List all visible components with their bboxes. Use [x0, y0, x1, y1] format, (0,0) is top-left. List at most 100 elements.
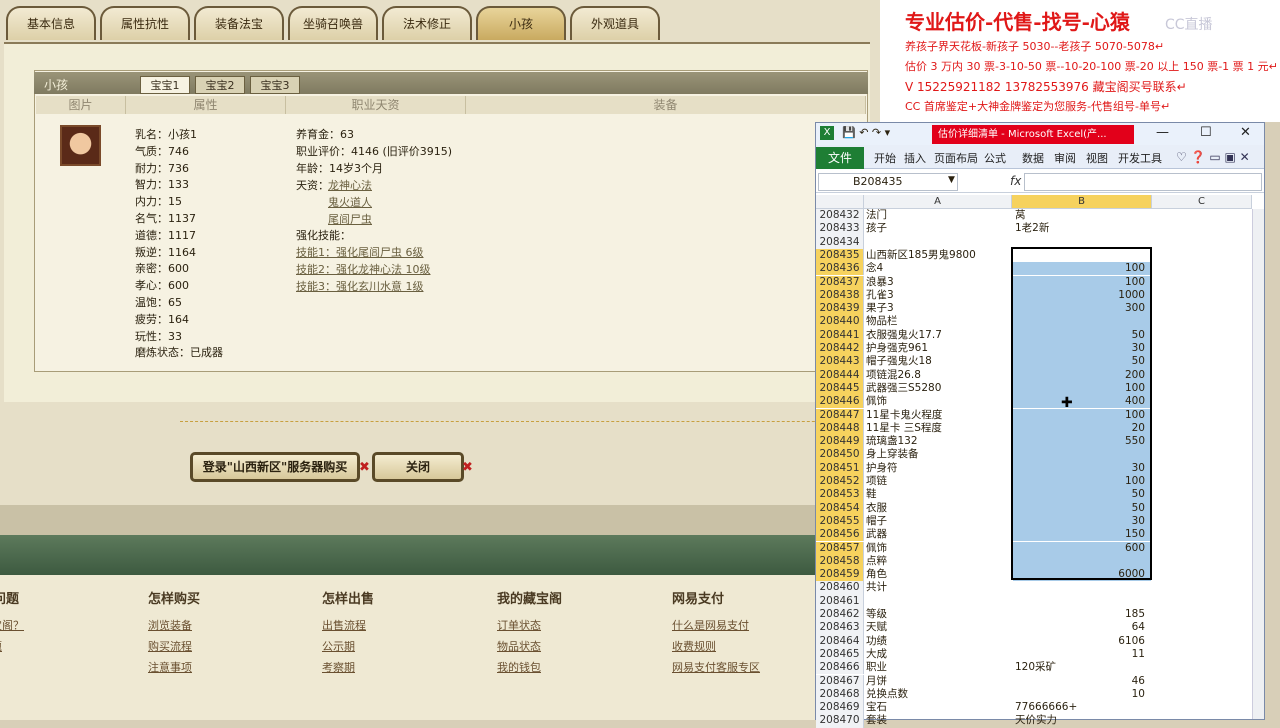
- cell-a[interactable]: 果子3: [866, 302, 1012, 315]
- cell-a[interactable]: 武器: [866, 528, 1012, 541]
- cell-b[interactable]: 6000: [1013, 568, 1151, 582]
- footer-link[interactable]: 公示期: [322, 636, 374, 657]
- cell-b[interactable]: [1013, 581, 1151, 594]
- tab-0[interactable]: 基本信息: [6, 6, 96, 40]
- footer-link[interactable]: 什么是网易支付: [672, 615, 760, 636]
- cell-b[interactable]: 300: [1013, 302, 1151, 316]
- corner-select[interactable]: [816, 195, 864, 209]
- cell-a[interactable]: 角色: [866, 568, 1012, 581]
- ribbon-tab-6[interactable]: 视图: [1086, 150, 1108, 166]
- cell-a[interactable]: 物品栏: [866, 315, 1012, 328]
- footer-link[interactable]: 网易支付客服专区: [672, 657, 760, 678]
- cell-b[interactable]: 200: [1013, 368, 1151, 382]
- cell-a[interactable]: 帽子强鬼火18: [866, 355, 1012, 368]
- row-number[interactable]: 208437: [816, 275, 864, 289]
- close-window-icon[interactable]: ✕: [1240, 125, 1251, 140]
- cell-b[interactable]: 100: [1013, 275, 1151, 289]
- row-number[interactable]: 208444: [816, 368, 864, 382]
- cell-b[interactable]: [1013, 236, 1151, 249]
- row-number[interactable]: 208469: [816, 701, 864, 715]
- footer-link[interactable]: 收费规则: [672, 636, 760, 657]
- vertical-scrollbar[interactable]: [1252, 209, 1264, 719]
- cell-b[interactable]: 50: [1013, 355, 1151, 369]
- cell-b[interactable]: 400: [1013, 395, 1151, 409]
- name-box[interactable]: B208435: [818, 173, 958, 191]
- formula-input[interactable]: [1024, 173, 1262, 191]
- ribbon-tab-0[interactable]: 开始: [874, 150, 896, 166]
- cell-a[interactable]: 鞋: [866, 488, 1012, 501]
- col-header-a[interactable]: A: [864, 195, 1012, 209]
- cell-a[interactable]: 护身符: [866, 462, 1012, 475]
- cell-a[interactable]: 项链混26.8: [866, 369, 1012, 382]
- cell-b[interactable]: 185: [1013, 608, 1151, 621]
- cell-a[interactable]: 11星卡鬼火程度: [866, 409, 1012, 422]
- ribbon-tab-3[interactable]: 公式: [984, 150, 1006, 166]
- cell-a[interactable]: 大成: [866, 648, 1012, 661]
- footer-link[interactable]: 注意事项: [148, 657, 200, 678]
- tab-4[interactable]: 法术修正: [382, 6, 472, 40]
- row-number[interactable]: 208450: [816, 448, 864, 462]
- cell-a[interactable]: 帽子: [866, 515, 1012, 528]
- footer-link[interactable]: 出售流程: [322, 615, 374, 636]
- row-number[interactable]: 208449: [816, 435, 864, 449]
- cell-a[interactable]: 念4: [866, 262, 1012, 275]
- col-header-c[interactable]: C: [1152, 195, 1252, 209]
- ribbon-controls-icon[interactable]: ♡ ❓ ▭ ▣ ✕: [1176, 150, 1250, 164]
- row-number[interactable]: 208438: [816, 288, 864, 303]
- cell-a[interactable]: 护身强克961: [866, 342, 1012, 355]
- row-number[interactable]: 208457: [816, 541, 864, 555]
- row-number[interactable]: 208465: [816, 647, 864, 662]
- cell-b[interactable]: 20: [1013, 421, 1151, 436]
- row-number[interactable]: 208433: [816, 222, 864, 236]
- cell-b[interactable]: [1013, 595, 1151, 608]
- row-number[interactable]: 208432: [816, 209, 864, 223]
- cell-a[interactable]: 共计: [866, 581, 1012, 594]
- footer-link[interactable]: 问题: [0, 636, 24, 657]
- row-number[interactable]: 208453: [816, 488, 864, 502]
- ribbon-tab-1[interactable]: 插入: [904, 150, 926, 166]
- minimize-icon[interactable]: —: [1156, 125, 1169, 140]
- cell-a[interactable]: 宝石: [866, 701, 1012, 714]
- row-number[interactable]: 208442: [816, 342, 864, 356]
- talent-link-1[interactable]: 龙神心法: [328, 177, 372, 193]
- cell-b[interactable]: 1老2新: [1013, 222, 1151, 235]
- row-number[interactable]: 208456: [816, 528, 864, 542]
- close-button[interactable]: 关闭: [372, 452, 464, 482]
- cell-b[interactable]: 30: [1013, 514, 1151, 529]
- cell-b[interactable]: 50: [1013, 488, 1151, 502]
- row-number[interactable]: 208445: [816, 381, 864, 396]
- footer-link[interactable]: 订单状态: [497, 615, 562, 636]
- footer-link[interactable]: 考察期: [322, 657, 374, 678]
- talent-link-3[interactable]: 尾闾尸虫: [328, 211, 372, 227]
- row-number[interactable]: 208462: [816, 608, 864, 622]
- cell-b[interactable]: 1000: [1013, 288, 1151, 303]
- tab-6[interactable]: 外观道具: [570, 6, 660, 40]
- ribbon-tab-7[interactable]: 开发工具: [1118, 150, 1162, 166]
- subtab-baby3[interactable]: 宝宝3: [250, 76, 300, 94]
- cell-a[interactable]: 职业: [866, 661, 1012, 674]
- cell-b[interactable]: [1013, 315, 1151, 329]
- skill-link-3[interactable]: 技能3：强化玄川水意 1级: [296, 278, 424, 294]
- row-number[interactable]: 208467: [816, 674, 864, 688]
- buy-login-button[interactable]: 登录"山西新区"服务器购买: [190, 452, 360, 482]
- maximize-icon[interactable]: ☐: [1200, 125, 1212, 140]
- quick-access-icon[interactable]: 💾 ↶ ↷ ▾: [842, 126, 890, 139]
- cell-a[interactable]: 山西新区185男鬼9800: [866, 249, 1012, 262]
- ribbon-tab-5[interactable]: 审阅: [1054, 150, 1076, 166]
- footer-link[interactable]: 浏览装备: [148, 615, 200, 636]
- tab-1[interactable]: 属性抗性: [100, 6, 190, 40]
- row-number[interactable]: 208451: [816, 461, 864, 475]
- tab-3[interactable]: 坐骑召唤兽: [288, 6, 378, 40]
- cell-a[interactable]: 佩饰: [866, 542, 1012, 555]
- row-number[interactable]: 208460: [816, 581, 864, 595]
- row-number[interactable]: 208454: [816, 501, 864, 515]
- talent-link-2[interactable]: 鬼火道人: [328, 194, 372, 210]
- cell-a[interactable]: 浪暴3: [866, 276, 1012, 289]
- cell-a[interactable]: 等级: [866, 608, 1012, 621]
- subtab-baby1[interactable]: 宝宝1: [140, 76, 190, 94]
- col-header-b[interactable]: B: [1012, 195, 1152, 209]
- footer-link[interactable]: 藏宝阁？: [0, 615, 24, 636]
- row-number[interactable]: 208439: [816, 302, 864, 316]
- cell-b[interactable]: 50: [1013, 501, 1151, 515]
- cell-b[interactable]: 46: [1013, 675, 1151, 688]
